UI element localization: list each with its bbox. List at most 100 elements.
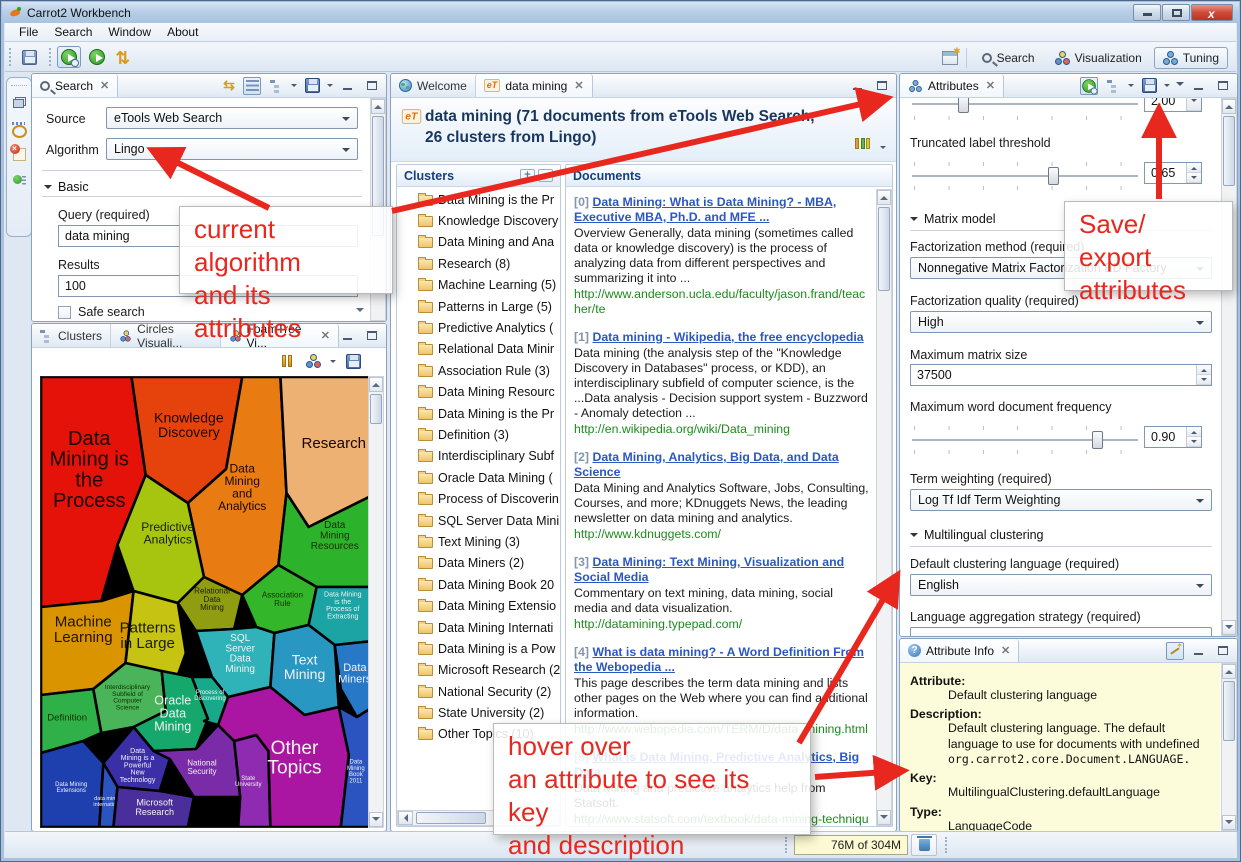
expand-sections-button[interactable] [1104, 77, 1122, 95]
attributes-scrollbar[interactable] [1221, 98, 1237, 636]
maximize-view-button[interactable] [363, 77, 381, 95]
processes-view-button[interactable] [9, 170, 29, 190]
dropdown-arrow-icon[interactable] [880, 146, 886, 152]
document-title-link[interactable]: Data Mining: Text Mining, Visualization … [574, 555, 844, 584]
minimize-view-button[interactable] [849, 77, 867, 95]
run-button[interactable] [85, 46, 109, 68]
expand-all-button[interactable]: + [520, 169, 535, 182]
live-update-button[interactable] [1080, 77, 1098, 95]
restore-button[interactable] [1162, 4, 1190, 21]
maximize-view-button[interactable] [1214, 642, 1232, 660]
title-bar[interactable]: Carrot2 Workbench x [2, 2, 1239, 23]
document-title-link[interactable]: What is data mining? - A Word Definition… [574, 645, 864, 674]
cluster-item[interactable]: State University (2) [397, 702, 560, 723]
layout-switch-button[interactable] [855, 138, 870, 149]
list-layout-button[interactable] [243, 77, 261, 95]
save-toolbar-button[interactable] [17, 46, 41, 68]
maximize-view-button[interactable] [1214, 77, 1232, 95]
benchmark-view-button[interactable] [9, 118, 29, 138]
cluster-item[interactable]: Data Miners (2) [397, 553, 560, 574]
truncated-spinbox[interactable]: 0.65 [1144, 162, 1202, 184]
algorithm-combo[interactable]: Lingo [106, 138, 358, 160]
default-lang-combo[interactable]: English [910, 574, 1212, 596]
collapse-all-button[interactable]: − [538, 169, 553, 182]
cluster-item[interactable]: Data Mining Internati [397, 617, 560, 638]
cluster-item[interactable]: Knowledge Discovery [397, 210, 560, 231]
cluster-item[interactable]: Data Mining is a Pow [397, 638, 560, 659]
save-attributes-button[interactable] [1140, 77, 1158, 95]
toolbar-grip[interactable] [9, 48, 12, 66]
garbage-collect-button[interactable] [911, 834, 937, 856]
source-combo[interactable]: eTools Web Search [106, 107, 358, 129]
tab-welcome[interactable]: Welcome [391, 74, 475, 97]
cluster-item[interactable]: National Security (2) [397, 681, 560, 702]
dropdown-arrow-icon[interactable] [1128, 84, 1134, 90]
error-log-view-button[interactable] [9, 144, 29, 164]
tab-close-icon[interactable]: ✕ [100, 79, 109, 92]
tree-layout-button[interactable] [267, 77, 285, 95]
document-url[interactable]: http://en.wikipedia.org/wiki/Data_mining [574, 422, 869, 437]
tab-close-icon[interactable]: ✕ [986, 79, 995, 92]
cluster-item[interactable]: Machine Learning (5) [397, 275, 560, 296]
maximize-view-button[interactable] [873, 77, 891, 95]
close-button[interactable]: x [1191, 4, 1233, 21]
documents-scrollbar[interactable] [876, 189, 892, 826]
cluster-item[interactable]: Data Mining and Ana [397, 232, 560, 253]
label-count-slider[interactable] [910, 98, 1140, 114]
minimize-view-button[interactable] [1190, 642, 1208, 660]
refresh-button[interactable]: ⇄ [111, 46, 135, 68]
cluster-item[interactable]: Text Mining (3) [397, 531, 560, 552]
menu-search[interactable]: Search [46, 23, 100, 41]
dropdown-arrow-icon[interactable] [291, 84, 297, 90]
document-title-link[interactable]: Data Mining: What is Data Mining? - MBA,… [574, 195, 836, 224]
perspective-visualization[interactable]: Visualization [1047, 48, 1150, 68]
save-search-button[interactable] [303, 77, 321, 95]
viz-scrollbar[interactable] [368, 376, 384, 828]
minimize-view-button[interactable] [1190, 77, 1208, 95]
restore-view-button[interactable] [9, 92, 29, 112]
attribute-info-scrollbar[interactable] [1221, 663, 1237, 831]
lang-agg-combo[interactable] [910, 627, 1212, 636]
cluster-item[interactable]: Interdisciplinary Subf [397, 446, 560, 467]
cluster-item[interactable]: Oracle Data Mining ( [397, 467, 560, 488]
cluster-item[interactable]: Data Mining Book 20 [397, 574, 560, 595]
cluster-item[interactable]: Research (8) [397, 253, 560, 274]
tab-data-mining[interactable]: eT data mining ✕ [475, 74, 593, 97]
cluster-item[interactable]: Process of Discoverin [397, 488, 560, 509]
term-weight-combo[interactable]: Log Tf Idf Term Weighting [910, 489, 1212, 511]
run-scheduled-button[interactable] [57, 46, 81, 68]
tab-clusters-viz[interactable]: Clusters [32, 324, 110, 347]
perspective-tuning[interactable]: Tuning [1154, 47, 1228, 69]
fact-quality-combo[interactable]: High [910, 311, 1212, 333]
minimize-button[interactable] [1133, 4, 1161, 21]
cluster-item[interactable]: Predictive Analytics ( [397, 317, 560, 338]
dropdown-arrow-icon[interactable] [327, 84, 333, 90]
safe-search-checkbox[interactable] [58, 306, 71, 319]
open-perspective-button[interactable] [941, 49, 959, 67]
max-freq-spinbox[interactable]: 0.90 [1144, 426, 1202, 448]
cluster-item[interactable]: Microsoft Research (2 [397, 660, 560, 681]
tab-close-icon[interactable]: ✕ [1001, 644, 1010, 657]
cluster-item[interactable]: SQL Server Data Mini [397, 510, 560, 531]
link-editors-button[interactable]: ⇆ [219, 77, 237, 95]
tab-search[interactable]: Search ✕ [32, 74, 118, 97]
cluster-item[interactable]: Data Mining is the Pr [397, 403, 560, 424]
dropdown-arrow-icon[interactable] [1164, 84, 1170, 90]
tab-attribute-info[interactable]: ? Attribute Info ✕ [900, 639, 1019, 662]
cluster-item[interactable]: Data Mining Resourc [397, 382, 560, 403]
perspective-search[interactable]: Search [974, 48, 1043, 68]
multilingual-section[interactable]: Multilingual clustering [910, 528, 1212, 542]
menu-about[interactable]: About [159, 23, 206, 41]
cluster-item[interactable]: Data Mining Extensio [397, 595, 560, 616]
truncated-slider[interactable] [910, 166, 1140, 186]
cluster-item[interactable]: Patterns in Large (5) [397, 296, 560, 317]
cluster-item[interactable]: Data Mining is the Pr [397, 189, 560, 210]
document-title-link[interactable]: Data Mining, Analytics, Big Data, and Da… [574, 450, 839, 479]
label-count-spinbox[interactable]: 2.00 [1144, 98, 1202, 112]
basic-section-header[interactable]: Basic [44, 180, 362, 194]
document-title-link[interactable]: Data mining - Wikipedia, the free encycl… [592, 330, 863, 344]
cluster-item[interactable]: Definition (3) [397, 424, 560, 445]
toolbar-grip[interactable] [49, 48, 52, 66]
dropdown-arrow-icon[interactable] [330, 360, 336, 366]
link-selection-button[interactable] [1166, 642, 1184, 660]
